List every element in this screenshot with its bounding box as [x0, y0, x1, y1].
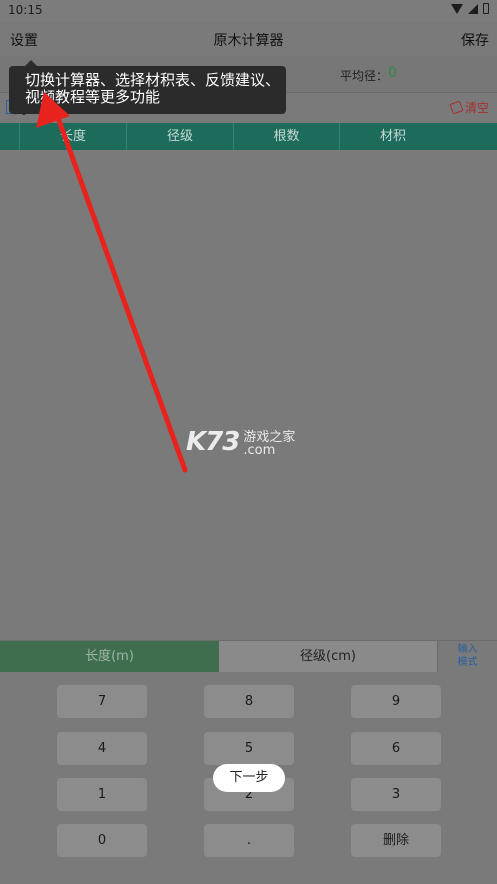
table-body	[0, 150, 497, 639]
col-diameter: 径级	[127, 123, 234, 150]
key-4[interactable]: 4	[57, 732, 147, 765]
save-button[interactable]: 保存	[461, 30, 489, 50]
clear-label: 清空	[464, 101, 489, 115]
table-header: 长度 径级 根数 材积	[0, 123, 497, 150]
watermark: K73 游戏之家 .com	[186, 426, 295, 458]
key-3[interactable]: 3	[351, 778, 441, 811]
avg-diameter-value: 0	[388, 65, 397, 81]
col-length: 长度	[20, 123, 127, 150]
key-0[interactable]: 0	[57, 824, 147, 857]
key-5[interactable]: 5	[204, 732, 294, 765]
input-mode-line1: 输入	[457, 644, 478, 655]
next-step-button[interactable]: 下一步	[213, 764, 285, 792]
wifi-icon	[451, 3, 463, 14]
clear-button[interactable]: 清空	[449, 99, 489, 116]
signal-icon	[468, 3, 478, 14]
tooltip-text: 切换计算器、选择材积表、反馈建议、视频教程等更多功能	[25, 71, 281, 106]
guide-tooltip: 切换计算器、选择材积表、反馈建议、视频教程等更多功能	[9, 60, 286, 114]
avg-diameter-label: 平均径：	[340, 69, 389, 83]
col-extra	[446, 123, 497, 150]
status-icons	[451, 3, 489, 14]
key-7[interactable]: 7	[57, 685, 147, 718]
col-count: 根数	[234, 123, 340, 150]
key-1[interactable]: 1	[57, 778, 147, 811]
tab-length[interactable]: 长度(m)	[0, 641, 219, 672]
tooltip-pointer	[25, 60, 37, 66]
watermark-logo: K73	[186, 427, 240, 457]
page-title: 原木计算器	[213, 33, 284, 49]
eraser-icon	[449, 100, 464, 115]
input-mode-button[interactable]: 输入 模式	[438, 641, 497, 672]
key-delete[interactable]: 删除	[351, 824, 441, 857]
key-dot[interactable]: .	[204, 824, 294, 857]
tab-diameter[interactable]: 径级(cm)	[219, 641, 438, 672]
app-bar: 设置 原木计算器 保存	[0, 22, 497, 56]
key-6[interactable]: 6	[351, 732, 441, 765]
watermark-url: .com	[243, 443, 276, 458]
mode-tabs: 长度(m) 径级(cm) 输入 模式	[0, 640, 497, 672]
key-9[interactable]: 9	[351, 685, 441, 718]
col-volume: 材积	[379, 129, 406, 144]
status-bar: 10:15	[0, 0, 497, 22]
status-time: 10:15	[8, 3, 43, 17]
input-mode-line2: 模式	[457, 657, 478, 668]
battery-icon	[483, 3, 489, 14]
table-header-index	[0, 123, 20, 150]
key-8[interactable]: 8	[204, 685, 294, 718]
